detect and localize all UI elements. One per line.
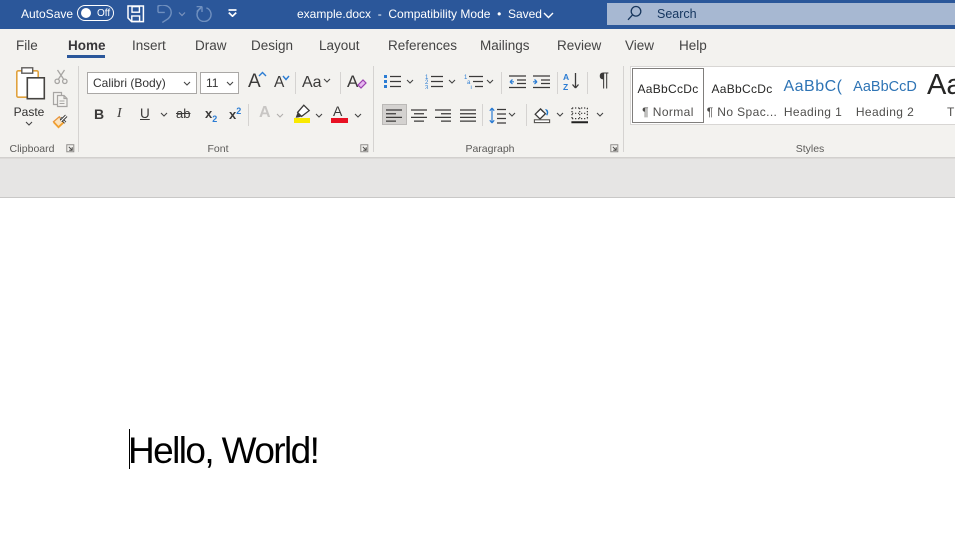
svg-text:Z: Z	[563, 82, 568, 91]
svg-text:A: A	[563, 72, 569, 82]
svg-text:3: 3	[425, 85, 429, 89]
svg-text:i: i	[471, 85, 472, 89]
